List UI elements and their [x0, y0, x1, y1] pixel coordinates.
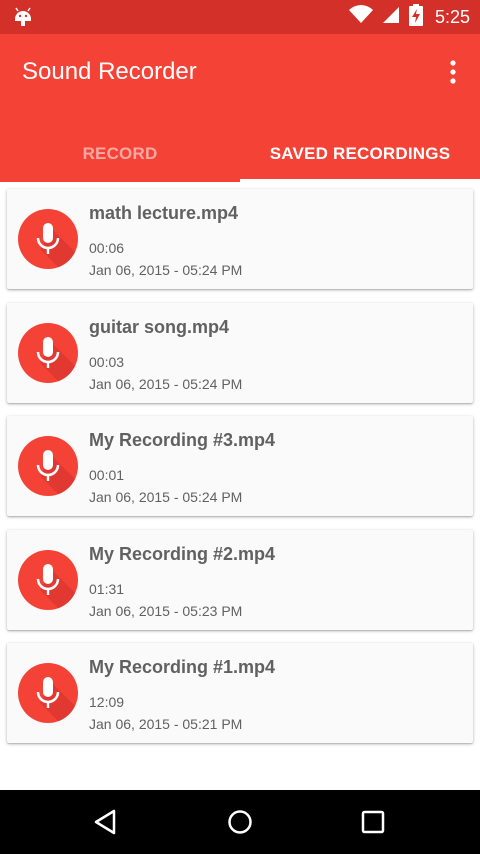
microphone-icon — [18, 209, 78, 269]
recording-length: 00:06 — [89, 240, 125, 256]
recording-date: Jan 06, 2015 - 05:24 PM — [89, 489, 243, 505]
app-title: Sound Recorder — [22, 58, 197, 85]
overflow-menu-icon[interactable] — [448, 59, 458, 85]
recents-icon[interactable] — [357, 806, 389, 838]
recording-card[interactable]: My Recording #3.mp4 00:01 Jan 06, 2015 -… — [7, 416, 473, 516]
recording-card[interactable]: math lecture.mp4 00:06 Jan 06, 2015 - 05… — [7, 189, 473, 289]
status-icons: 5:25 — [348, 0, 470, 34]
signal-icon — [381, 5, 401, 30]
recording-date: Jan 06, 2015 - 05:24 PM — [89, 376, 243, 392]
status-bar: 5:25 — [0, 0, 480, 34]
microphone-icon — [18, 550, 78, 610]
recording-date: Jan 06, 2015 - 05:24 PM — [89, 262, 243, 278]
tab-bar: RECORD SAVED RECORDINGS — [0, 126, 480, 182]
recording-card[interactable]: My Recording #2.mp4 01:31 Jan 06, 2015 -… — [7, 530, 473, 630]
recording-name: My Recording #1.mp4 — [89, 657, 276, 677]
app-bar: Sound Recorder RECORD SAVED RECORDINGS — [0, 34, 480, 182]
recording-length: 01:31 — [89, 581, 125, 597]
microphone-icon — [18, 323, 78, 383]
home-icon[interactable] — [224, 806, 256, 838]
recording-card[interactable]: guitar song.mp4 00:03 Jan 06, 2015 - 05:… — [7, 303, 473, 403]
navigation-bar — [0, 790, 480, 854]
wifi-icon — [348, 4, 373, 30]
recording-date: Jan 06, 2015 - 05:21 PM — [89, 716, 243, 732]
tab-record[interactable]: RECORD — [0, 126, 240, 182]
microphone-icon — [18, 663, 78, 723]
recording-name: guitar song.mp4 — [89, 317, 230, 337]
android-icon — [12, 7, 34, 32]
microphone-icon — [18, 436, 78, 496]
recording-card[interactable]: My Recording #1.mp4 12:09 Jan 06, 2015 -… — [7, 643, 473, 743]
recording-date: Jan 06, 2015 - 05:23 PM — [89, 603, 243, 619]
recording-name: My Recording #3.mp4 — [89, 430, 276, 450]
recording-length: 00:01 — [89, 467, 125, 483]
back-icon[interactable] — [90, 806, 122, 838]
recording-length: 12:09 — [89, 694, 125, 710]
recording-length: 00:03 — [89, 354, 125, 370]
status-time: 5:25 — [434, 6, 470, 27]
recording-name: math lecture.mp4 — [89, 203, 239, 223]
battery-charging-icon — [408, 3, 423, 31]
recording-name: My Recording #2.mp4 — [89, 544, 276, 564]
tab-saved-recordings[interactable]: SAVED RECORDINGS — [240, 126, 480, 182]
